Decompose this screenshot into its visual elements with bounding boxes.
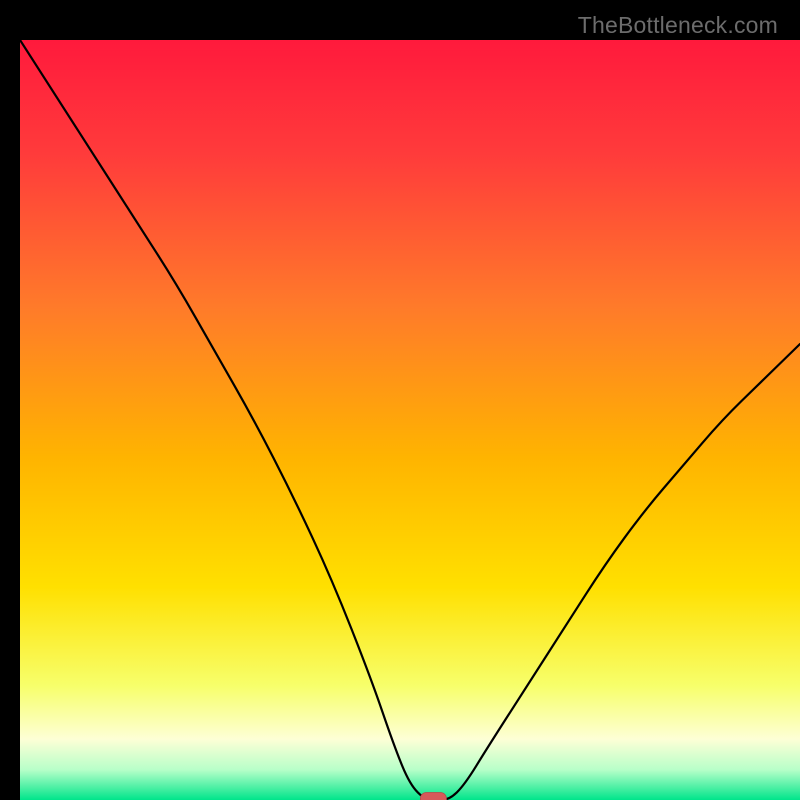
plot-svg — [20, 40, 800, 800]
bottleneck-plot — [20, 40, 800, 800]
optimum-marker — [420, 793, 446, 800]
watermark-text: TheBottleneck.com — [578, 12, 778, 39]
gradient-bg — [20, 40, 800, 800]
chart-frame: TheBottleneck.com — [10, 10, 790, 790]
